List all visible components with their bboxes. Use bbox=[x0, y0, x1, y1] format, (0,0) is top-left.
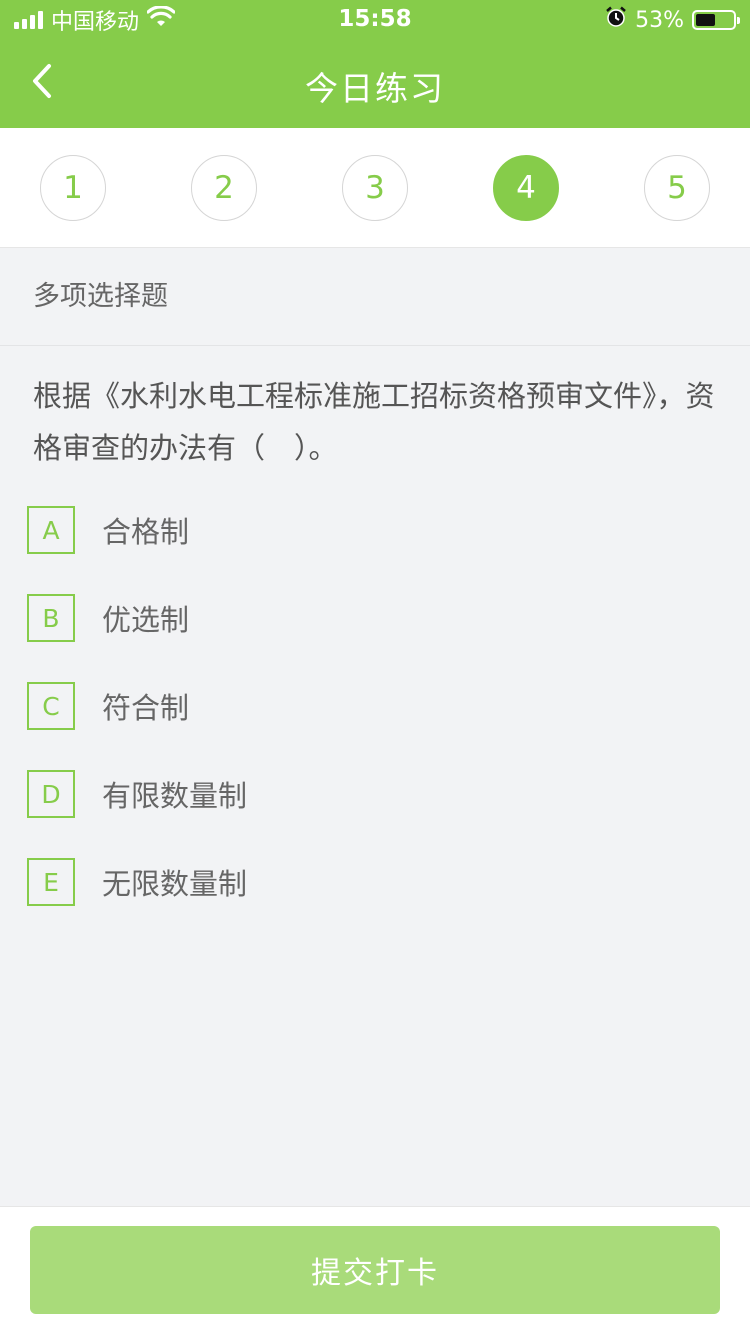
option-text: 合格制 bbox=[102, 515, 190, 549]
option-e[interactable]: E 无限数量制 bbox=[27, 858, 717, 906]
status-right: 53% bbox=[605, 6, 740, 34]
option-text: 符合制 bbox=[102, 691, 190, 725]
option-b[interactable]: B 优选制 bbox=[27, 594, 717, 642]
option-d[interactable]: D 有限数量制 bbox=[27, 770, 717, 818]
page-title: 今日练习 bbox=[305, 69, 445, 108]
question-tab-5[interactable]: 5 bbox=[644, 155, 710, 221]
app-header: 中国移动 15:58 53% 今日练习 bbox=[0, 0, 750, 128]
option-text: 无限数量制 bbox=[102, 867, 248, 901]
option-key-box: A bbox=[27, 506, 75, 554]
battery-icon bbox=[692, 10, 740, 30]
question-tab-1[interactable]: 1 bbox=[40, 155, 106, 221]
submit-checkin-button[interactable]: 提交打卡 bbox=[30, 1226, 720, 1314]
question-tab-4[interactable]: 4 bbox=[493, 155, 559, 221]
question-text: 根据《水利水电工程标准施工招标资格预审文件》，资格审查的办法有（ ）。 bbox=[33, 379, 715, 465]
option-key-box: B bbox=[27, 594, 75, 642]
question-type-label: 多项选择题 bbox=[0, 248, 750, 346]
question-tabs: 1 2 3 4 5 bbox=[0, 128, 750, 248]
option-key-box: D bbox=[27, 770, 75, 818]
battery-level bbox=[696, 14, 716, 26]
option-key-box: E bbox=[27, 858, 75, 906]
option-a[interactable]: A 合格制 bbox=[27, 506, 717, 554]
question-tab-3[interactable]: 3 bbox=[342, 155, 408, 221]
option-text: 优选制 bbox=[102, 603, 190, 637]
option-c[interactable]: C 符合制 bbox=[27, 682, 717, 730]
question-tab-2[interactable]: 2 bbox=[191, 155, 257, 221]
battery-percent: 53% bbox=[635, 7, 684, 33]
footer-bar: 提交打卡 bbox=[0, 1206, 750, 1334]
nav-bar: 今日练习 bbox=[0, 40, 750, 128]
status-bar: 中国移动 15:58 53% bbox=[0, 0, 750, 40]
alarm-icon bbox=[605, 6, 627, 34]
option-text: 有限数量制 bbox=[102, 779, 248, 813]
option-key-box: C bbox=[27, 682, 75, 730]
